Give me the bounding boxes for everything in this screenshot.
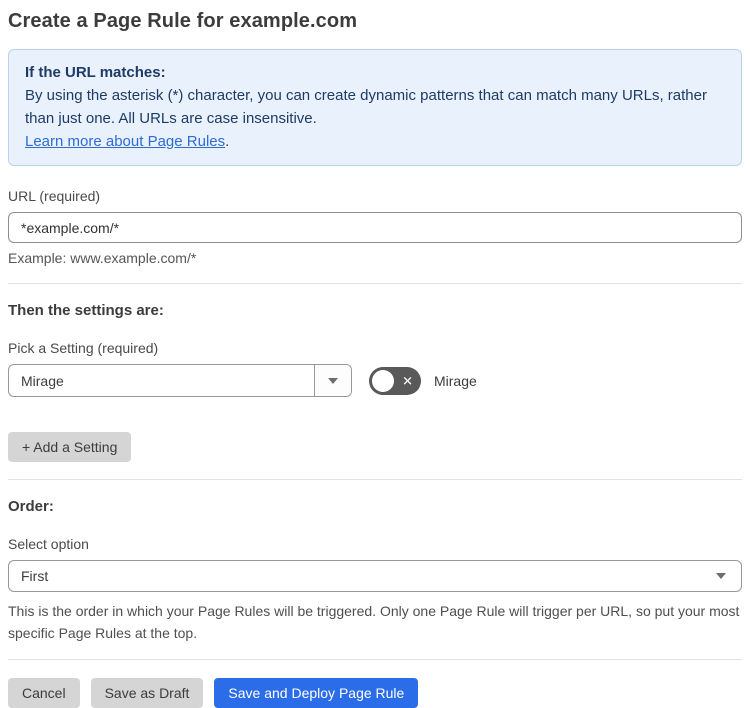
info-box-link-line: Learn more about Page Rules.	[25, 130, 725, 153]
cancel-button[interactable]: Cancel	[8, 678, 80, 708]
chevron-down-icon	[328, 377, 338, 384]
url-example-hint: Example: www.example.com/*	[8, 250, 197, 266]
order-section-heading: Order:	[8, 498, 54, 515]
info-box-body: By using the asterisk (*) character, you…	[25, 87, 707, 127]
page-title: Create a Page Rule for example.com	[8, 10, 358, 32]
link-suffix: .	[225, 133, 230, 150]
chevron-down-icon	[716, 573, 726, 579]
order-select[interactable]: First	[8, 560, 742, 592]
order-select-value: First	[21, 568, 49, 584]
divider	[8, 283, 742, 284]
save-draft-button[interactable]: Save as Draft	[90, 678, 204, 708]
url-match-info-box: If the URL matches: By using the asteris…	[8, 49, 742, 166]
divider	[8, 659, 742, 660]
setting-row: Mirage ✕ Mirage	[8, 364, 742, 397]
add-setting-button[interactable]: + Add a Setting	[8, 432, 132, 462]
order-help-text: This is the order in which your Page Rul…	[8, 603, 740, 641]
mirage-toggle[interactable]: ✕	[369, 366, 421, 395]
setting-picker-label: Pick a Setting (required)	[8, 340, 159, 356]
order-select-label: Select option	[8, 536, 89, 552]
setting-select-arrow-button[interactable]	[314, 365, 351, 396]
toggle-off-x-icon: ✕	[402, 373, 413, 388]
info-box-heading: If the URL matches:	[25, 64, 166, 81]
form-actions: Cancel Save as Draft Save and Deploy Pag…	[8, 678, 742, 708]
divider	[8, 479, 742, 480]
learn-more-link[interactable]: Learn more about Page Rules	[25, 133, 225, 150]
toggle-knob	[372, 369, 394, 392]
url-input[interactable]	[8, 212, 742, 243]
url-field-label: URL (required)	[8, 188, 101, 204]
setting-select[interactable]: Mirage	[8, 364, 352, 397]
settings-section-heading: Then the settings are:	[8, 302, 164, 319]
setting-select-value: Mirage	[21, 372, 64, 389]
save-deploy-button[interactable]: Save and Deploy Page Rule	[214, 678, 419, 708]
toggle-label: Mirage	[434, 372, 477, 389]
